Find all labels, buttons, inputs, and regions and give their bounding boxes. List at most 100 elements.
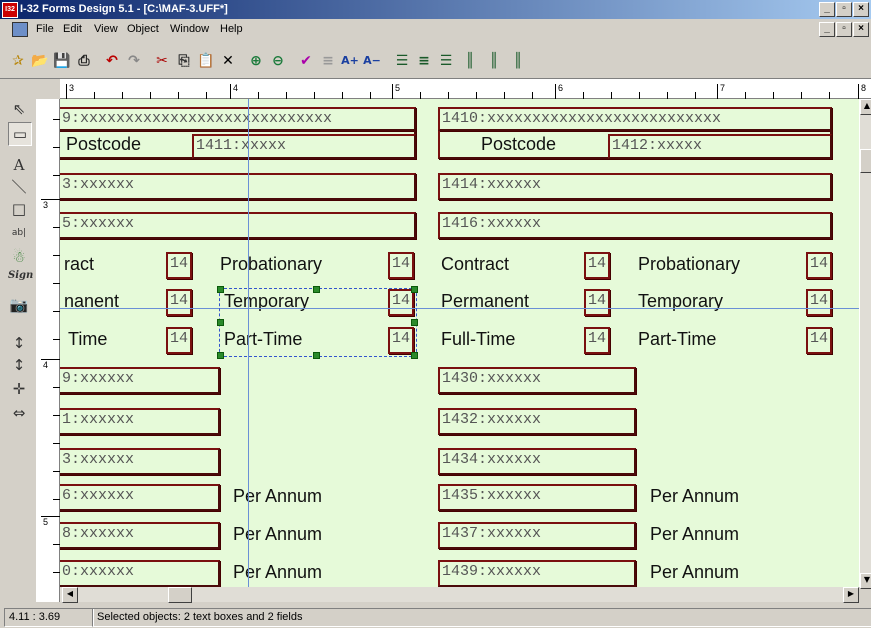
rectangle-select-icon[interactable]: ▭ xyxy=(8,122,32,146)
form-field[interactable]: 1437:xxxxxx xyxy=(438,522,636,549)
form-canvas[interactable]: 9:xxxxxxxxxxxxxxxxxxxxxxxxxxxx 1410:xxxx… xyxy=(60,99,859,587)
employment-checkbox[interactable]: 14 xyxy=(584,252,610,279)
text-property-icon[interactable]: ≡ xyxy=(318,51,338,71)
employment-checkbox[interactable]: 14 xyxy=(584,289,610,316)
spellcheck-icon[interactable]: ✔ xyxy=(296,51,316,71)
font-smaller-icon[interactable]: A− xyxy=(362,51,382,71)
undo-icon[interactable]: ↶ xyxy=(102,51,122,71)
redo-icon[interactable]: ↷ xyxy=(124,51,144,71)
scroll-down-button[interactable]: ▼ xyxy=(860,573,871,589)
selection-handle[interactable] xyxy=(411,286,418,293)
selection-handle[interactable] xyxy=(217,319,224,326)
postcode-field[interactable]: 1411:xxxxx xyxy=(192,134,416,159)
vertical-ruler: 3 4 5 xyxy=(36,99,60,602)
selection-handle[interactable] xyxy=(217,352,224,359)
open-icon[interactable]: 📂 xyxy=(30,51,50,71)
signature-tool-icon[interactable]: Sign xyxy=(8,270,33,292)
form-field[interactable]: 6:xxxxxx xyxy=(60,484,220,511)
menu-edit[interactable]: Edit xyxy=(63,23,82,35)
form-field[interactable]: 0:xxxxxx xyxy=(60,560,220,587)
form-field[interactable]: 1439:xxxxxx xyxy=(438,560,636,587)
employment-checkbox[interactable]: 14 xyxy=(166,289,192,316)
selection-rectangle[interactable] xyxy=(219,288,417,357)
form-field[interactable]: 1410:xxxxxxxxxxxxxxxxxxxxxxxxxx xyxy=(438,107,832,131)
selection-handle[interactable] xyxy=(217,286,224,293)
new-icon[interactable]: ✰ xyxy=(8,51,28,71)
postcode-field[interactable]: 1412:xxxxx xyxy=(608,134,832,159)
employment-checkbox[interactable]: 14 xyxy=(806,327,832,354)
ruler-label: 4 xyxy=(233,83,239,93)
copy-icon[interactable]: ⎘ xyxy=(174,51,194,71)
form-field[interactable]: 1:xxxxxx xyxy=(60,408,220,435)
save-icon[interactable]: 💾 xyxy=(52,51,72,71)
align-bottom-icon[interactable]: ║ xyxy=(508,51,528,71)
menu-object[interactable]: Object xyxy=(127,23,159,35)
maximize-button[interactable]: ▫ xyxy=(836,2,852,17)
doc-minimize-button[interactable]: _ xyxy=(819,22,835,37)
field-tool-icon[interactable]: ab| xyxy=(8,222,30,244)
vertical-scrollbar[interactable]: ▲ ▼ xyxy=(859,99,871,589)
employment-checkbox[interactable]: 14 xyxy=(388,252,414,279)
menu-file[interactable]: File xyxy=(36,23,54,35)
form-field[interactable]: 9:xxxxxx xyxy=(60,367,220,394)
zoom-in-icon[interactable]: ⊕ xyxy=(246,51,266,71)
horizontal-guide[interactable] xyxy=(60,308,859,309)
doc-restore-button[interactable]: ▫ xyxy=(836,22,852,37)
align-center-icon[interactable]: ≡ xyxy=(414,51,434,71)
horizontal-scrollbar[interactable]: ◀ ▶ xyxy=(60,587,859,603)
employment-checkbox[interactable]: 14 xyxy=(806,252,832,279)
camera-tool-icon[interactable]: 📷 xyxy=(8,294,30,316)
form-field[interactable]: 1435:xxxxxx xyxy=(438,484,636,511)
employment-checkbox[interactable]: 14 xyxy=(166,327,192,354)
align-left-icon[interactable]: ☰ xyxy=(392,51,412,71)
close-button[interactable]: × xyxy=(853,2,869,17)
selection-handle[interactable] xyxy=(313,286,320,293)
size-tool-icon[interactable]: ↕ xyxy=(8,354,30,376)
box-tool-icon[interactable]: □ xyxy=(8,198,30,220)
form-field[interactable]: 3:xxxxxx xyxy=(60,448,220,475)
employment-checkbox[interactable]: 14 xyxy=(806,289,832,316)
menu-window[interactable]: Window xyxy=(170,23,209,35)
menu-help[interactable]: Help xyxy=(220,23,243,35)
form-field[interactable]: 5:xxxxxx xyxy=(60,212,416,239)
form-field[interactable]: 3:xxxxxx xyxy=(60,173,416,200)
align-tool-icon[interactable]: ✛ xyxy=(8,378,30,400)
scroll-right-button[interactable]: ▶ xyxy=(843,587,859,603)
scroll-up-button[interactable]: ▲ xyxy=(860,99,871,115)
form-field[interactable]: 1430:xxxxxx xyxy=(438,367,636,394)
selection-handle[interactable] xyxy=(411,352,418,359)
employment-checkbox[interactable]: 14 xyxy=(584,327,610,354)
align-top-icon[interactable]: ║ xyxy=(460,51,480,71)
scroll-left-button[interactable]: ◀ xyxy=(62,587,78,603)
delete-icon[interactable]: ✕ xyxy=(218,51,238,71)
form-field[interactable]: 1434:xxxxxx xyxy=(438,448,636,475)
form-field[interactable]: 1416:xxxxxx xyxy=(438,212,832,239)
paste-icon[interactable]: 📋 xyxy=(196,51,216,71)
print-icon[interactable]: ⎙ xyxy=(74,51,94,71)
form-field[interactable]: 1414:xxxxxx xyxy=(438,173,832,200)
selection-handle[interactable] xyxy=(313,352,320,359)
doc-close-button[interactable]: × xyxy=(853,22,869,37)
form-field[interactable]: 1432:xxxxxx xyxy=(438,408,636,435)
image-tool-icon[interactable]: ☃ xyxy=(8,246,30,268)
align-right-icon[interactable]: ☰ xyxy=(436,51,456,71)
selection-handle[interactable] xyxy=(411,319,418,326)
move-tool-icon[interactable]: ↕ xyxy=(8,332,30,354)
vertical-scroll-thumb[interactable] xyxy=(860,149,871,173)
form-field[interactable]: 8:xxxxxx xyxy=(60,522,220,549)
zoom-out-icon[interactable]: ⊖ xyxy=(268,51,288,71)
font-larger-icon[interactable]: A+ xyxy=(340,51,360,71)
line-tool-icon[interactable]: ＼ xyxy=(8,176,30,198)
employment-checkbox[interactable]: 14 xyxy=(166,252,192,279)
cut-icon[interactable]: ✂ xyxy=(152,51,172,71)
document-icon[interactable] xyxy=(12,22,28,37)
minimize-button[interactable]: _ xyxy=(819,2,835,17)
text-tool-icon[interactable]: A xyxy=(8,154,30,176)
space-tool-icon[interactable]: ⇔ xyxy=(8,402,30,424)
horizontal-scroll-thumb[interactable] xyxy=(168,587,192,603)
pointer-icon[interactable]: ⇖ xyxy=(8,98,30,120)
form-field[interactable]: 9:xxxxxxxxxxxxxxxxxxxxxxxxxxxx xyxy=(60,107,416,131)
status-message: Selected objects: 2 text boxes and 2 fie… xyxy=(92,608,871,627)
align-middle-icon[interactable]: ║ xyxy=(484,51,504,71)
menu-view[interactable]: View xyxy=(94,23,118,35)
